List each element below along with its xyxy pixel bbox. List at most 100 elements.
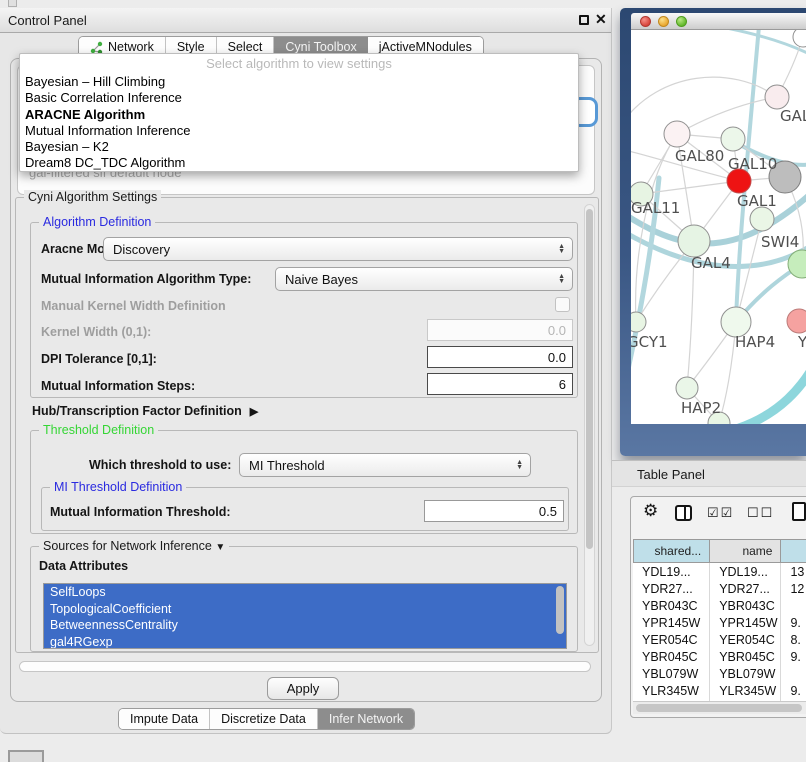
aracne-mode-select[interactable]: Discovery ▲▼ xyxy=(103,237,573,261)
network-node-label: Y xyxy=(797,333,806,351)
mi-threshold-input[interactable]: 0.5 xyxy=(424,500,564,522)
algorithm-dropdown-placeholder[interactable]: Select algorithm to view settings xyxy=(20,54,578,74)
dpi-tolerance-input[interactable]: 0.0 xyxy=(427,346,573,368)
apply-button[interactable]: Apply xyxy=(267,677,339,700)
aracne-mode-value: Discovery xyxy=(113,242,170,257)
table-cell: YBL079W xyxy=(633,665,710,682)
network-node-gcy1[interactable] xyxy=(631,312,646,332)
horizontal-scrollbar[interactable] xyxy=(19,661,591,672)
tab-discretize-data[interactable]: Discretize Data xyxy=(210,709,318,729)
threshold-definition-title: Threshold Definition xyxy=(39,423,158,437)
table-row[interactable]: YDL19...YDL19...13 xyxy=(633,563,806,580)
table-horizontal-scrollbar[interactable] xyxy=(633,701,806,714)
network-node-label: GAL11 xyxy=(631,199,680,217)
table-row[interactable]: YDR27...YDR27...12 xyxy=(633,580,806,597)
table-row[interactable]: YBL079WYBL079W xyxy=(633,665,806,682)
unchecked-boxes-icon[interactable]: ☐☐ xyxy=(747,505,774,521)
algorithm-option[interactable]: Mutual Information Inference xyxy=(20,123,578,139)
algorithm-option[interactable]: Bayesian – K2 xyxy=(20,139,578,155)
gear-icon[interactable]: ⚙ xyxy=(643,501,658,521)
tab-label: Cyni Toolbox xyxy=(285,40,356,54)
column-header[interactable]: shared... xyxy=(633,539,710,563)
minimize-traffic-light[interactable] xyxy=(658,16,669,27)
network-node[interactable] xyxy=(793,30,806,47)
column-header[interactable]: name xyxy=(710,539,781,563)
checked-boxes-icon[interactable]: ☑☑ xyxy=(707,505,734,521)
network-icon xyxy=(90,41,103,54)
dpi-tolerance-label: DPI Tolerance [0,1]: xyxy=(41,352,157,366)
stepper-arrows-icon: ▲▼ xyxy=(558,274,565,284)
algorithm-option[interactable]: Dream8 DC_TDC Algorithm xyxy=(20,155,578,171)
network-node-label: HAP2 xyxy=(681,399,721,417)
column-header[interactable] xyxy=(781,539,806,563)
collapse-arrow-icon[interactable]: ▼ xyxy=(215,542,225,553)
data-attributes-list[interactable]: SelfLoopsTopologicalCoefficientBetweenne… xyxy=(43,583,567,649)
algorithm-option[interactable]: Bayesian – Hill Climbing xyxy=(20,74,578,90)
table-row[interactable]: YBR045CYBR045C9. xyxy=(633,648,806,665)
network-node-swi4[interactable] xyxy=(750,207,774,231)
network-node-hap2[interactable] xyxy=(676,377,698,399)
table-row[interactable]: YER054CYER054C8. xyxy=(633,631,806,648)
tab-infer-network[interactable]: Infer Network xyxy=(318,709,414,729)
kernel-width-input[interactable]: 0.0 xyxy=(427,319,573,341)
table-row[interactable]: YLR345WYLR345W9. xyxy=(633,682,806,699)
network-node-gal4[interactable] xyxy=(678,225,710,257)
mi-steps-input[interactable]: 6 xyxy=(427,373,573,395)
network-edge[interactable] xyxy=(716,30,806,58)
cyni-bottom-tabs: Impute Data Discretize Data Infer Networ… xyxy=(118,708,415,730)
algorithm-option[interactable]: ARACNE Algorithm xyxy=(20,107,578,123)
algorithm-definition-title: Algorithm Definition xyxy=(39,215,155,229)
table-cell: 9. xyxy=(781,682,806,699)
data-attribute-item[interactable]: BetweennessCentrality xyxy=(44,617,566,634)
network-node-label: GAL80 xyxy=(675,147,724,165)
minimized-panel-icon[interactable] xyxy=(8,750,44,762)
network-node-gal[interactable] xyxy=(765,85,789,109)
network-node-gal80[interactable] xyxy=(664,121,690,147)
table-cell: 8. xyxy=(781,631,806,648)
tab-label: Select xyxy=(228,40,263,54)
cyni-algorithm-settings-group: Cyni Algorithm Settings Algorithm Defini… xyxy=(15,197,599,653)
data-attribute-item[interactable]: gal4RGexp xyxy=(44,634,566,650)
data-attribute-item[interactable]: TopologicalCoefficient xyxy=(44,601,566,618)
table-row[interactable]: YPR145WYPR145W9. xyxy=(633,614,806,631)
network-node-y[interactable] xyxy=(787,309,806,333)
zoom-traffic-light[interactable] xyxy=(676,16,687,27)
table-header-row: shared...name xyxy=(633,539,806,563)
table-panel-titlebar: Table Panel xyxy=(612,460,806,487)
network-edge[interactable] xyxy=(739,356,806,424)
data-attribute-item[interactable]: SelfLoops xyxy=(44,584,566,601)
tab-label: jActiveMNodules xyxy=(379,40,472,54)
settings-scrollbar[interactable] xyxy=(584,204,595,646)
scrollbar-thumb[interactable] xyxy=(586,209,593,549)
sources-group-title: Sources for Network Inference ▼ xyxy=(39,539,229,553)
hub-definition-expander[interactable]: Hub/Transcription Factor Definition▶ xyxy=(32,404,258,418)
list-scrollbar[interactable] xyxy=(556,586,564,634)
table-cell: YPR145W xyxy=(710,614,781,631)
table-cell: YBR045C xyxy=(633,648,710,665)
table-cell: 9. xyxy=(781,648,806,665)
network-node-label: GAL4 xyxy=(691,254,731,272)
algorithm-option[interactable]: Basic Correlation Inference xyxy=(20,90,578,106)
tab-impute-data[interactable]: Impute Data xyxy=(119,709,210,729)
network-node-gal10[interactable] xyxy=(721,127,745,151)
network-node-label: HAP4 xyxy=(735,333,775,351)
mi-threshold-group: MI Threshold Definition Mutual Informati… xyxy=(41,487,569,531)
network-node-label: GAL10 xyxy=(728,155,777,173)
network-canvas[interactable]: GALGAL80GAL10GAL1GAL11SWI4GAL4GCY1HAP4YH… xyxy=(631,30,806,424)
table-cell: YDR27... xyxy=(710,580,781,597)
kernel-width-label: Kernel Width (0,1): xyxy=(41,325,151,339)
control-panel-title: Control Panel xyxy=(8,13,87,28)
table-row[interactable]: YBR043CYBR043C xyxy=(633,597,806,614)
table-cell: YDL19... xyxy=(633,563,710,580)
column-layout-icon[interactable] xyxy=(675,505,692,521)
close-traffic-light[interactable] xyxy=(640,16,651,27)
table-cell: 12 xyxy=(781,580,806,597)
document-icon[interactable] xyxy=(792,502,806,521)
table-cell: YBL079W xyxy=(710,665,781,682)
close-icon[interactable]: ✕ xyxy=(595,11,607,28)
which-threshold-select[interactable]: MI Threshold ▲▼ xyxy=(239,453,531,477)
scrollbar-thumb[interactable] xyxy=(636,704,802,712)
float-window-icon[interactable] xyxy=(579,15,589,25)
mi-type-select[interactable]: Naive Bayes ▲▼ xyxy=(275,267,573,291)
manual-kernel-checkbox[interactable] xyxy=(555,297,570,312)
